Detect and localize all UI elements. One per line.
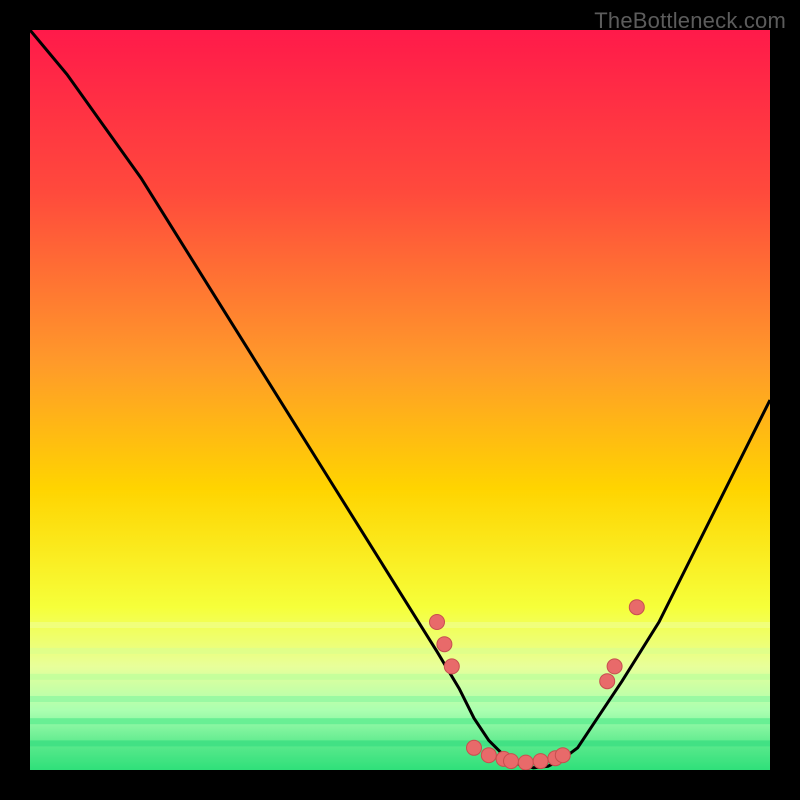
marker-dot — [481, 748, 496, 763]
watermark-text: TheBottleneck.com — [594, 8, 786, 34]
marker-dot — [600, 674, 615, 689]
marker-dot — [518, 755, 533, 770]
marker-dot — [437, 637, 452, 652]
marker-dot — [555, 748, 570, 763]
marker-dot — [444, 659, 459, 674]
gradient-background — [30, 30, 770, 770]
marker-dot — [467, 740, 482, 755]
chart-svg — [30, 30, 770, 770]
chart-frame — [30, 30, 770, 770]
marker-dot — [629, 600, 644, 615]
marker-dot — [430, 615, 445, 630]
marker-dot — [504, 754, 519, 769]
marker-dot — [607, 659, 622, 674]
marker-dot — [533, 754, 548, 769]
